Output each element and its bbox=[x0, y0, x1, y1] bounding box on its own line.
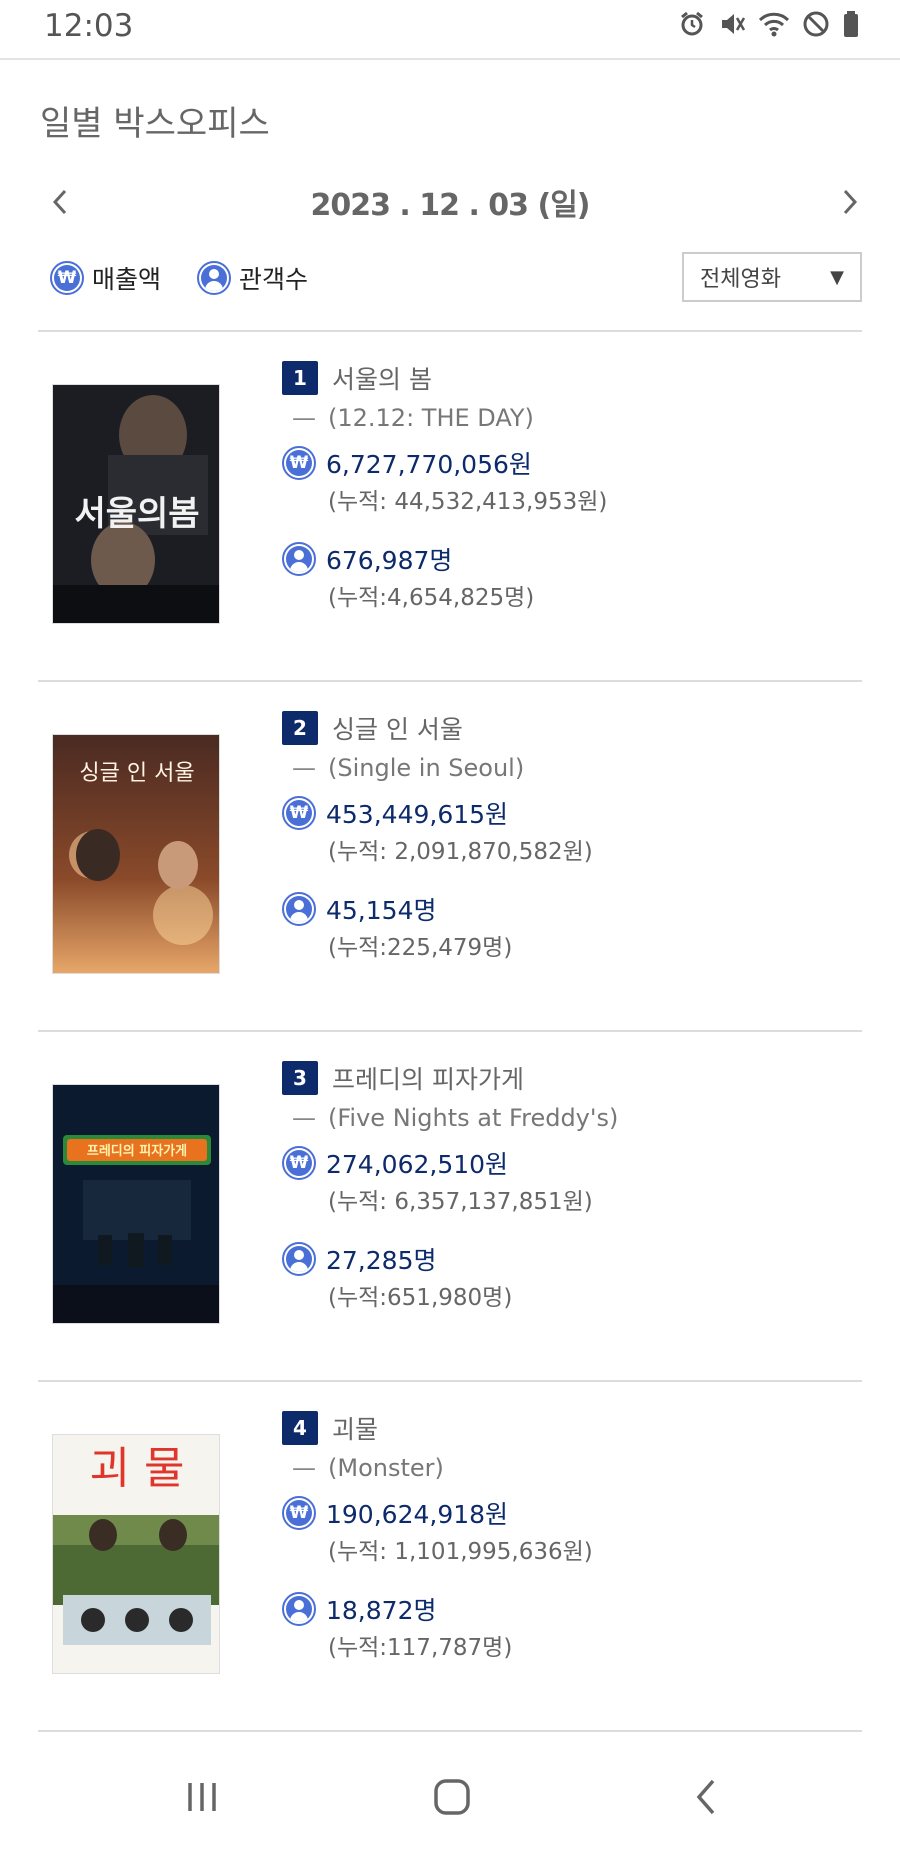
divider bbox=[38, 1730, 862, 1732]
won-icon: ₩ bbox=[282, 1496, 316, 1530]
movie-title-korean[interactable]: 싱글 인 서울 bbox=[332, 710, 463, 746]
back-icon bbox=[696, 1779, 715, 1815]
rank-change-indicator: — bbox=[292, 754, 316, 782]
movie-title-english: (Single in Seoul) bbox=[328, 754, 525, 782]
page-title: 일별 박스오피스 bbox=[40, 104, 270, 144]
daily-sales: 190,624,918원 bbox=[326, 1500, 509, 1529]
select-value: 전체영화 bbox=[700, 267, 781, 292]
daily-audience: 676,987명 bbox=[326, 546, 453, 575]
movie-filter-select[interactable]: 전체영화 ▼ bbox=[682, 252, 862, 302]
person-icon bbox=[282, 542, 316, 576]
battery-icon bbox=[842, 10, 860, 38]
system-navigation-bar bbox=[0, 1740, 900, 1850]
person-icon bbox=[282, 1592, 316, 1626]
current-date: 2023 . 12 . 03 (일) bbox=[310, 188, 590, 223]
cumulative-sales: (누적: 2,091,870,582원) bbox=[328, 839, 593, 865]
chevron-right-icon bbox=[843, 189, 858, 215]
movie-poster[interactable]: 괴 물 bbox=[52, 1434, 220, 1674]
daily-sales: 453,449,615원 bbox=[326, 800, 509, 829]
next-date-button[interactable] bbox=[828, 180, 872, 224]
back-button[interactable] bbox=[676, 1772, 736, 1822]
cumulative-audience: (누적:117,787명) bbox=[328, 1635, 513, 1661]
won-icon: ₩ bbox=[50, 261, 84, 295]
movie-title-korean[interactable]: 괴물 bbox=[332, 1410, 378, 1446]
daily-audience: 45,154명 bbox=[326, 896, 437, 925]
movie-item[interactable]: 서울의봄 1 서울의 봄 — (12.12: THE DAY) ₩ 6,727,… bbox=[0, 332, 900, 682]
cumulative-sales: (누적: 1,101,995,636원) bbox=[328, 1539, 593, 1565]
rank-badge: 3 bbox=[282, 1061, 318, 1095]
legend-sales: ₩ 매출액 bbox=[50, 260, 161, 296]
movie-title-english: (Monster) bbox=[328, 1454, 444, 1482]
mute-icon bbox=[718, 10, 746, 38]
wifi-icon bbox=[758, 10, 790, 38]
daily-audience: 27,285명 bbox=[326, 1246, 437, 1275]
person-icon bbox=[197, 261, 232, 295]
recent-apps-icon bbox=[188, 1783, 216, 1811]
daily-sales: 6,727,770,056원 bbox=[326, 450, 532, 479]
rank-change-indicator: — bbox=[292, 404, 316, 432]
recent-apps-button[interactable] bbox=[172, 1772, 232, 1822]
legend-audience-label: 관객수 bbox=[239, 265, 309, 294]
movie-title-english: (Five Nights at Freddy's) bbox=[328, 1104, 619, 1132]
cumulative-audience: (누적:225,479명) bbox=[328, 935, 513, 961]
legend-sales-label: 매출액 bbox=[92, 265, 162, 294]
do-not-disturb-icon bbox=[802, 10, 830, 38]
won-icon: ₩ bbox=[282, 1146, 316, 1180]
cumulative-audience: (누적:651,980명) bbox=[328, 1285, 513, 1311]
movie-poster[interactable]: 프레디의 피자가게 bbox=[52, 1084, 220, 1324]
won-icon: ₩ bbox=[282, 446, 316, 480]
status-time: 12:03 bbox=[44, 8, 134, 44]
movie-poster[interactable]: 싱글 인 서울 bbox=[52, 734, 220, 974]
movie-poster[interactable]: 서울의봄 bbox=[52, 384, 220, 624]
movie-item[interactable]: 싱글 인 서울 2 싱글 인 서울 — (Single in Seoul) ₩ … bbox=[0, 682, 900, 1032]
svg-text:싱글 인 서울: 싱글 인 서울 bbox=[79, 761, 194, 786]
movie-info: 2 싱글 인 서울 — (Single in Seoul) ₩ 453,449,… bbox=[282, 708, 862, 968]
rank-change-indicator: — bbox=[292, 1454, 316, 1482]
cumulative-sales: (누적: 6,357,137,851원) bbox=[328, 1189, 593, 1215]
home-button[interactable] bbox=[422, 1772, 482, 1822]
cumulative-audience: (누적:4,654,825명) bbox=[328, 585, 535, 611]
alarm-icon bbox=[678, 10, 706, 38]
movie-info: 4 괴물 — (Monster) ₩ 190,624,918원 (누적: 1,1… bbox=[282, 1408, 862, 1668]
movie-title-english: (12.12: THE DAY) bbox=[328, 404, 534, 432]
home-icon bbox=[434, 1779, 470, 1815]
movie-title-korean[interactable]: 프레디의 피자가게 bbox=[332, 1060, 524, 1096]
svg-text:프레디의 피자가게: 프레디의 피자가게 bbox=[87, 1143, 187, 1159]
daily-audience: 18,872명 bbox=[326, 1596, 437, 1625]
daily-sales: 274,062,510원 bbox=[326, 1150, 509, 1179]
won-icon: ₩ bbox=[282, 796, 316, 830]
movie-item[interactable]: 괴 물 4 괴물 — (Monster) ₩ 190,624,918원 (누적:… bbox=[0, 1382, 900, 1732]
rank-badge: 4 bbox=[282, 1411, 318, 1445]
date-navigation: 2023 . 12 . 03 (일) bbox=[0, 172, 900, 232]
cumulative-sales: (누적: 44,532,413,953원) bbox=[328, 489, 608, 515]
movie-title-korean[interactable]: 서울의 봄 bbox=[332, 360, 432, 396]
svg-text:서울의봄: 서울의봄 bbox=[74, 494, 199, 534]
legend: ₩ 매출액 관객수 bbox=[50, 258, 344, 298]
status-icons bbox=[678, 10, 860, 38]
dropdown-triangle-icon: ▼ bbox=[830, 266, 844, 288]
movie-info: 1 서울의 봄 — (12.12: THE DAY) ₩ 6,727,770,0… bbox=[282, 358, 862, 618]
svg-text:괴 물: 괴 물 bbox=[90, 1443, 185, 1494]
person-icon bbox=[282, 892, 316, 926]
movie-item[interactable]: 프레디의 피자가게 3 프레디의 피자가게 — (Five Nights at … bbox=[0, 1032, 900, 1382]
person-icon bbox=[282, 1242, 316, 1276]
rank-badge: 1 bbox=[282, 361, 318, 395]
rank-badge: 2 bbox=[282, 711, 318, 745]
status-bar: 12:03 bbox=[0, 0, 900, 60]
rank-change-indicator: — bbox=[292, 1104, 316, 1132]
movie-info: 3 프레디의 피자가게 — (Five Nights at Freddy's) … bbox=[282, 1058, 862, 1318]
legend-audience: 관객수 bbox=[197, 260, 308, 296]
